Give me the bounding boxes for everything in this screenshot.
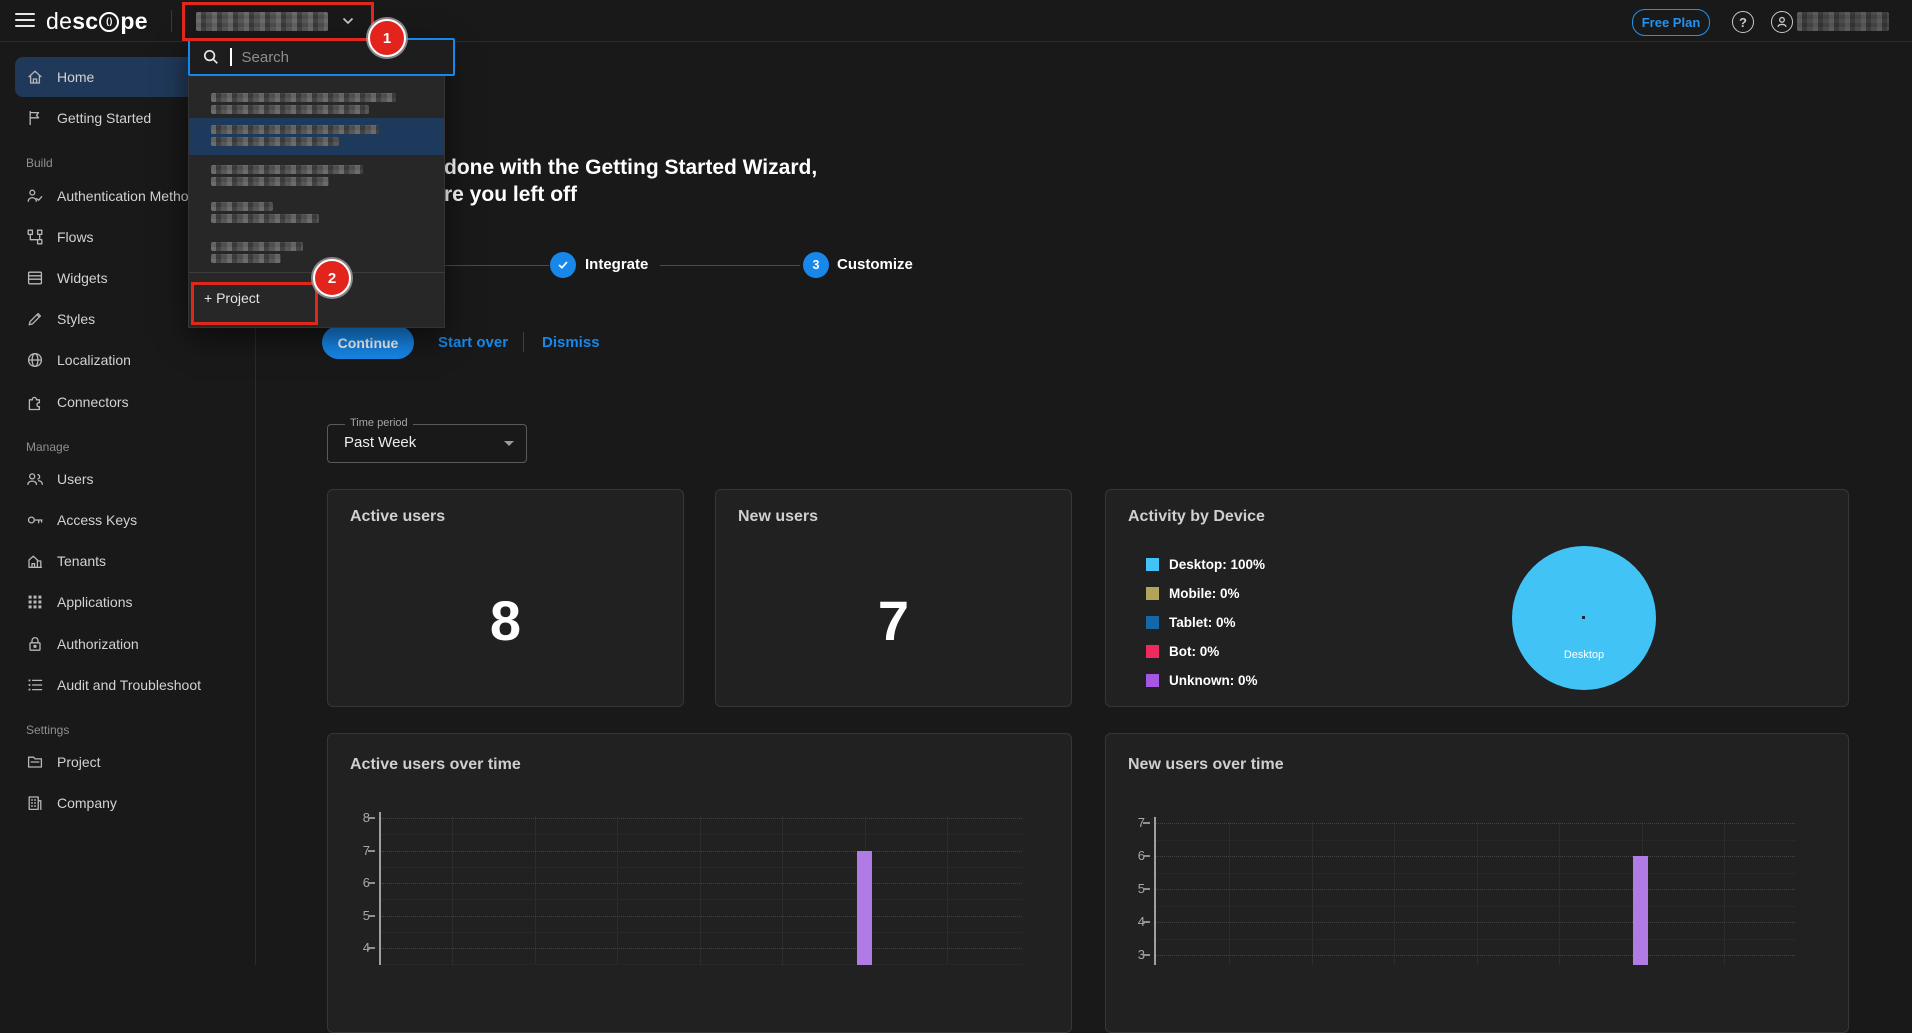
sidebar-item-users[interactable]: Users bbox=[0, 459, 255, 499]
new-users-over-time-card: New users over time bbox=[1105, 733, 1849, 1033]
lock-icon bbox=[26, 635, 44, 653]
menu-icon[interactable] bbox=[15, 13, 35, 27]
project-search-box[interactable]: Search bbox=[188, 38, 455, 76]
widget-box-icon bbox=[26, 269, 44, 287]
sidebar-item-company[interactable]: Company bbox=[0, 783, 255, 823]
logo-divider bbox=[171, 10, 172, 32]
sidebar-item-tenants[interactable]: Tenants bbox=[0, 541, 255, 581]
user-name-redacted[interactable] bbox=[1797, 12, 1889, 31]
building-icon bbox=[26, 794, 44, 812]
flowchart-icon bbox=[26, 228, 44, 246]
legend-item-tablet: Tablet: 0% bbox=[1146, 614, 1236, 630]
person-check-icon bbox=[26, 187, 44, 205]
new-users-card: New users 7 bbox=[715, 489, 1072, 707]
active-users-card: Active users 8 bbox=[327, 489, 684, 707]
project-option[interactable] bbox=[211, 125, 379, 134]
dismiss-button[interactable]: Dismiss bbox=[542, 334, 600, 351]
key-icon bbox=[26, 511, 44, 529]
people-icon bbox=[26, 470, 44, 488]
help-icon[interactable]: ? bbox=[1732, 11, 1754, 33]
annotation-badge-1: 1 bbox=[368, 19, 406, 57]
building-home-icon bbox=[26, 552, 44, 570]
descope-console: { "topbar": { "logo": {"de": "de", "sc":… bbox=[0, 0, 1912, 965]
legend-swatch-bot bbox=[1146, 645, 1159, 658]
legend-item-desktop: Desktop: 100% bbox=[1146, 556, 1265, 572]
project-option[interactable] bbox=[211, 214, 319, 223]
project-option[interactable] bbox=[211, 93, 396, 102]
pie-slice-label: Desktop bbox=[1512, 649, 1656, 661]
step-customize-label: Customize bbox=[837, 256, 913, 273]
puzzle-icon bbox=[26, 393, 44, 411]
sidebar-item-access-keys[interactable]: Access Keys bbox=[0, 500, 255, 540]
search-placeholder: Search bbox=[242, 49, 290, 66]
new-users-over-time-title: New users over time bbox=[1128, 756, 1284, 774]
legend-item-mobile: Mobile: 0% bbox=[1146, 585, 1240, 601]
sidebar-item-project[interactable]: Project bbox=[0, 742, 255, 782]
legend-item-bot: Bot: 0% bbox=[1146, 643, 1219, 659]
flag-icon bbox=[26, 109, 44, 127]
project-option[interactable] bbox=[211, 105, 369, 114]
active-users-over-time-title: Active users over time bbox=[350, 756, 521, 774]
new-users-title: New users bbox=[738, 508, 818, 526]
legend-swatch-desktop bbox=[1146, 558, 1159, 571]
sidebar-item-localization[interactable]: Localization bbox=[0, 340, 255, 380]
descope-logo: desc()pe bbox=[46, 8, 148, 35]
sidebar-item-applications[interactable]: Applications bbox=[0, 582, 255, 622]
folder-icon bbox=[26, 753, 44, 771]
add-project-button[interactable]: + Project bbox=[204, 290, 260, 306]
list-icon bbox=[26, 676, 44, 694]
legend-swatch-tablet bbox=[1146, 616, 1159, 629]
text-cursor bbox=[230, 48, 232, 66]
free-plan-badge[interactable]: Free Plan bbox=[1632, 9, 1710, 36]
home-icon bbox=[26, 68, 44, 86]
active-users-title: Active users bbox=[350, 508, 445, 526]
legend-swatch-unknown bbox=[1146, 674, 1159, 687]
step-integrate-check-icon bbox=[550, 252, 576, 278]
start-over-button[interactable]: Start over bbox=[438, 334, 508, 351]
activity-by-device-title: Activity by Device bbox=[1128, 508, 1265, 526]
descope-logo-o-icon: () bbox=[99, 12, 119, 32]
stepper-connector-2 bbox=[660, 265, 800, 266]
step-customize-number: 3 bbox=[803, 252, 829, 278]
link-divider bbox=[523, 332, 524, 352]
sidebar-item-authorization[interactable]: Authorization bbox=[0, 624, 255, 664]
sidebar-item-connectors[interactable]: Connectors bbox=[0, 382, 255, 422]
project-name-redacted bbox=[196, 12, 328, 31]
search-icon bbox=[202, 48, 220, 66]
new-users-value: 7 bbox=[716, 588, 1071, 653]
project-option[interactable] bbox=[211, 202, 273, 211]
sidebar-item-audit-and-troubleshoot[interactable]: Audit and Troubleshoot bbox=[0, 665, 255, 705]
user-avatar-icon[interactable] bbox=[1771, 11, 1793, 33]
project-option[interactable] bbox=[211, 165, 363, 174]
grid-icon bbox=[26, 593, 44, 611]
legend-item-unknown: Unknown: 0% bbox=[1146, 672, 1258, 688]
annotation-badge-2: 2 bbox=[313, 259, 351, 297]
stepper-connector-1 bbox=[443, 265, 549, 266]
project-selector[interactable] bbox=[188, 6, 360, 36]
active-users-value: 8 bbox=[328, 588, 683, 653]
pie-center-dot bbox=[1582, 616, 1585, 619]
project-option[interactable] bbox=[211, 137, 339, 146]
chevron-down-icon bbox=[342, 17, 354, 25]
sidebar-section-build: Build bbox=[26, 156, 53, 170]
sidebar-section-settings: Settings bbox=[26, 723, 69, 737]
wizard-heading-line1: done with the Getting Started Wizard, bbox=[444, 156, 817, 180]
project-option[interactable] bbox=[211, 177, 329, 186]
globe-icon bbox=[26, 351, 44, 369]
select-caret-icon bbox=[504, 441, 514, 451]
wizard-heading-line2: re you left off bbox=[444, 183, 577, 207]
device-pie-chart: Desktop bbox=[1512, 546, 1656, 690]
active-users-over-time-card: Active users over time bbox=[327, 733, 1072, 1033]
time-period-value: Past Week bbox=[344, 434, 416, 451]
project-option[interactable] bbox=[211, 254, 281, 263]
logo-text: de bbox=[46, 8, 72, 35]
time-period-label: Time period bbox=[345, 417, 413, 429]
project-option[interactable] bbox=[211, 242, 303, 251]
legend-swatch-mobile bbox=[1146, 587, 1159, 600]
sidebar-section-manage: Manage bbox=[26, 440, 69, 454]
step-integrate-label: Integrate bbox=[585, 256, 648, 273]
activity-by-device-card: Activity by Device Desktop: 100% Mobile:… bbox=[1105, 489, 1849, 707]
pen-icon bbox=[26, 310, 44, 328]
continue-button[interactable]: Continue bbox=[322, 326, 414, 359]
